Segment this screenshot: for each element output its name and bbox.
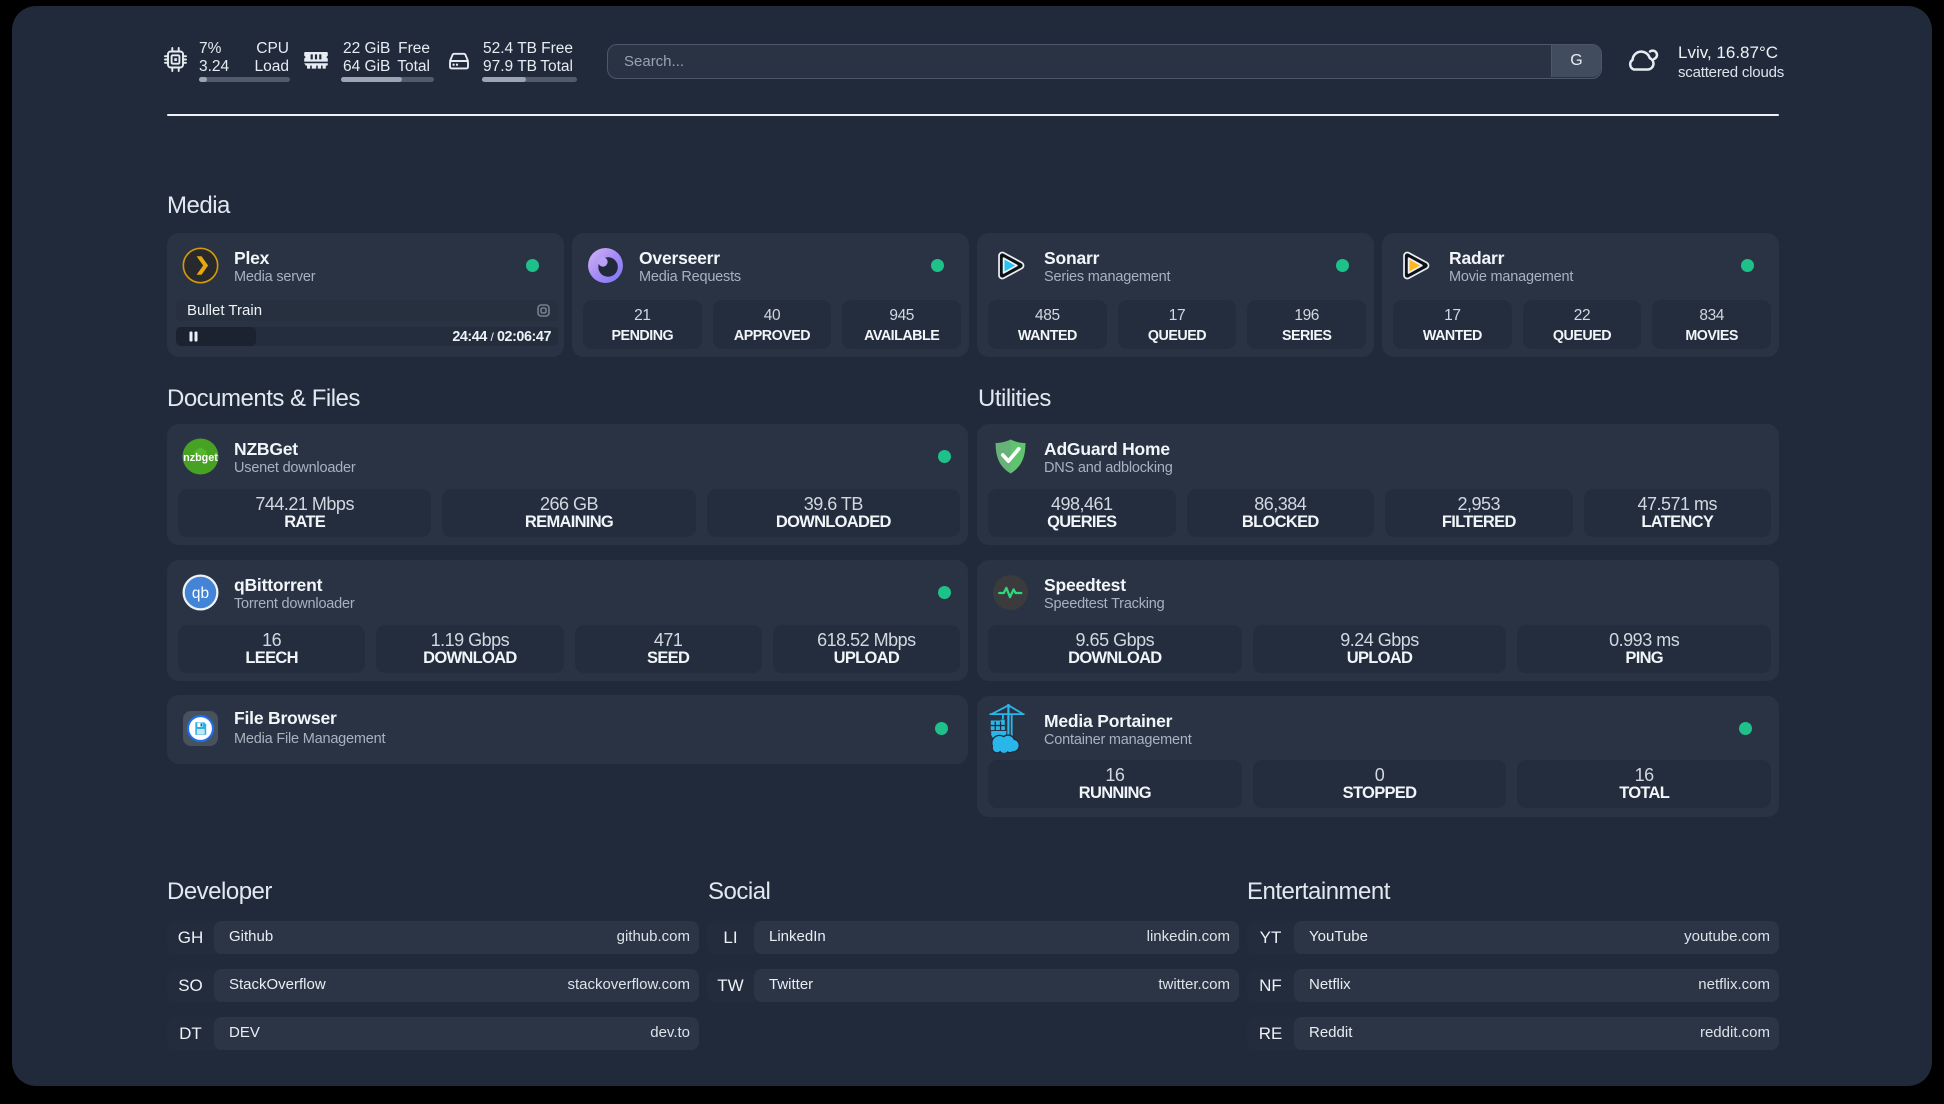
svg-text:qb: qb [192, 585, 209, 602]
svg-text:nzbget: nzbget [183, 452, 218, 464]
